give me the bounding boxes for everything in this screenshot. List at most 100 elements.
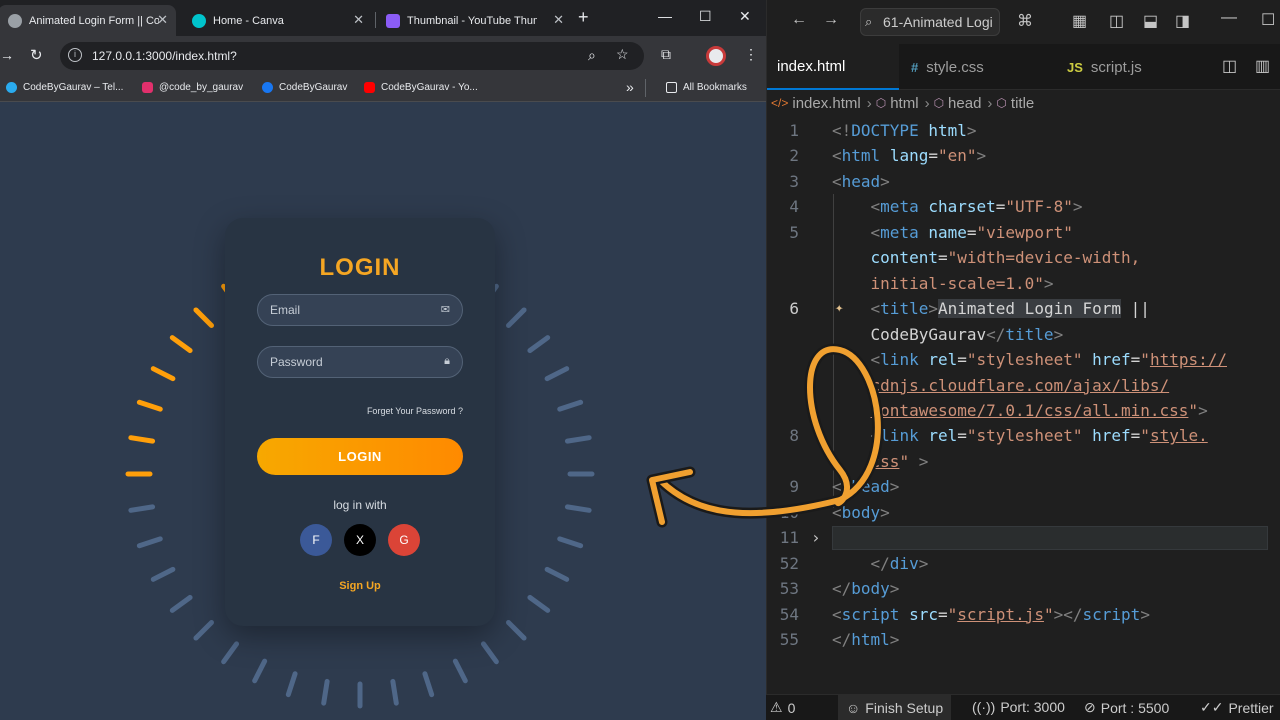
bookmark-youtube[interactable]: CodeByGaurav - Yo... <box>364 82 478 93</box>
code-line[interactable]: fontawesome/7.0.1/css/all.min.css"> <box>767 398 1280 423</box>
password-field[interactable]: Password 🔒︎ <box>257 346 463 378</box>
back-arrow-icon[interactable]: ← <box>791 11 807 29</box>
copilot-icon[interactable]: ⌘ <box>1017 11 1033 31</box>
code-line[interactable]: 8 <link rel="stylesheet" href="style. <box>767 423 1280 448</box>
all-bookmarks[interactable]: All Bookmarks <box>666 82 747 93</box>
command-search[interactable]: ⌕ 61-Animated Logi <box>860 8 1000 36</box>
code-line[interactable]: 52 </div> <box>767 551 1280 576</box>
bookmark-facebook[interactable]: CodeByGaurav <box>262 82 347 93</box>
code-line[interactable]: cdnjs.cloudflare.com/ajax/libs/ <box>767 373 1280 398</box>
ring-segment <box>169 335 193 354</box>
problems-indicator[interactable]: ⚠ 0 <box>770 699 795 716</box>
bookmark-telegram[interactable]: CodeByGaurav – Tel... <box>6 82 123 93</box>
code-line[interactable]: 6 <title>Animated Login Form || ✦ <box>767 296 1280 321</box>
code-line[interactable]: 54 <script src="script.js"></script> <box>767 602 1280 627</box>
close-tab-icon[interactable]: ✕ <box>353 12 364 28</box>
code-line[interactable]: 2 <html lang="en"> <box>767 143 1280 168</box>
code-token: > <box>880 502 890 522</box>
bookmark-star-icon[interactable]: ☆ <box>616 46 629 63</box>
bookmark-instagram[interactable]: @code_by_gaurav <box>142 82 243 93</box>
site-info-icon[interactable]: i <box>68 48 82 62</box>
close-tab-icon[interactable]: ✕ <box>157 12 168 28</box>
zoom-icon[interactable]: ⌕ <box>588 47 596 64</box>
tab-script-js[interactable]: JS script.js <box>1057 44 1207 90</box>
code-line[interactable]: 10 <body> <box>767 500 1280 525</box>
close-window-icon[interactable]: ✕ <box>739 8 751 25</box>
code-token: Animated Login Form <box>937 299 1122 319</box>
toggle-sidebar-icon[interactable]: ◫ <box>1109 11 1124 31</box>
browser-tab-login[interactable]: Animated Login Form || Cod ✕ <box>0 5 176 36</box>
code-line[interactable]: 55 </html> <box>767 627 1280 652</box>
more-bookmarks-icon[interactable]: » <box>626 79 634 95</box>
code-line[interactable]: 9 </head> <box>767 474 1280 499</box>
sign-up-link[interactable]: Sign Up <box>225 580 495 592</box>
code-line[interactable]: 3 <head> <box>767 169 1280 194</box>
code-line[interactable]: css" > <box>767 449 1280 474</box>
tab-style-css[interactable]: # style.css <box>901 44 1051 90</box>
layout-icon[interactable]: ▦ <box>1072 11 1087 31</box>
open-preview-icon[interactable]: ▥ <box>1255 56 1270 76</box>
code-line[interactable]: 53 </body> <box>767 576 1280 601</box>
breadcrumb: </> index.html › ⬡ html › ⬡ head › ⬡ title <box>767 90 1280 116</box>
port-label: Port: 3000 <box>1000 699 1065 715</box>
code-token: " <box>1140 350 1150 370</box>
maximize-icon[interactable]: ☐ <box>699 8 712 25</box>
breadcrumb-item[interactable]: ⬡ title <box>996 95 1034 112</box>
code-line[interactable]: initial-scale=1.0"> <box>767 271 1280 296</box>
extensions-icon[interactable]: ⧉ <box>661 46 671 63</box>
login-button[interactable]: LOGIN <box>257 438 463 475</box>
breadcrumb-item[interactable]: </> index.html › <box>771 95 872 112</box>
code-line[interactable]: 4 <meta charset="UTF-8"> <box>767 194 1280 219</box>
file-label: index.html <box>777 57 846 75</box>
js-file-icon: JS <box>1067 59 1083 75</box>
code-line[interactable]: 5 <meta name="viewport" <box>767 220 1280 245</box>
line-number: 5 <box>789 222 799 242</box>
facebook-login-button[interactable]: F <box>300 524 332 556</box>
port-5500-item[interactable]: ⊘ Port : 5500 <box>1084 699 1169 716</box>
forward-arrow-icon[interactable]: → <box>823 11 839 29</box>
line-number: 6 <box>789 299 799 319</box>
browser-tab-canva[interactable]: Home - Canva ✕ <box>182 5 372 36</box>
breadcrumb-item[interactable]: ⬡ html › <box>876 95 930 112</box>
google-login-button[interactable]: G <box>388 524 420 556</box>
reload-icon[interactable]: ↻ <box>30 46 43 64</box>
minimize-icon[interactable]: — <box>658 8 672 24</box>
fold-chevron-icon[interactable]: › <box>811 525 821 550</box>
forward-icon[interactable]: → <box>0 47 14 63</box>
code-token: </ <box>832 477 852 497</box>
code-line[interactable]: <link rel="stylesheet" href="https:// <box>767 347 1280 372</box>
menu-icon[interactable]: ⋮ <box>744 46 758 63</box>
code-token: <! <box>832 121 852 140</box>
split-editor-icon[interactable]: ◫ <box>1222 56 1237 76</box>
current-line-highlight <box>832 526 1268 550</box>
minimize-icon[interactable]: — <box>1221 9 1237 27</box>
sparkle-icon[interactable]: ✦ <box>835 296 843 321</box>
breadcrumb-item[interactable]: ⬡ head › <box>934 95 993 112</box>
new-tab-icon[interactable]: + <box>578 7 589 28</box>
code-token: script <box>841 604 900 624</box>
code-line[interactable]: CodeByGaurav</title> <box>767 322 1280 347</box>
globe-icon <box>8 13 22 28</box>
port-3000-item[interactable]: ((·)) Port: 3000 <box>972 699 1065 715</box>
browser-tab-thumbnail[interactable]: Thumbnail - YouTube Thumb ✕ <box>376 5 572 36</box>
email-field[interactable]: Email ✉ <box>257 294 463 326</box>
code-line[interactable]: 1 <!DOCTYPE html> <box>767 118 1280 143</box>
code-line[interactable]: content="width=device-width, <box>767 245 1280 270</box>
finish-setup-button[interactable]: ☺ Finish Setup <box>838 695 952 720</box>
tab-index-html[interactable]: index.html <box>767 44 899 90</box>
prettier-item[interactable]: ✓✓ Prettier <box>1200 699 1274 716</box>
x-login-button[interactable]: X <box>344 524 376 556</box>
close-tab-icon[interactable]: ✕ <box>553 12 564 28</box>
code-token: > <box>918 553 929 573</box>
avatar[interactable] <box>706 46 726 66</box>
toggle-panel-icon[interactable]: ⬓ <box>1143 11 1158 31</box>
code-token: > <box>928 299 938 319</box>
code-text: <body> <box>832 500 890 525</box>
maximize-icon[interactable]: ☐ <box>1261 10 1275 30</box>
forgot-password-link[interactable]: Forget Your Password ? <box>367 406 463 416</box>
toggle-secondary-sidebar-icon[interactable]: ◨ <box>1175 11 1190 31</box>
address-bar[interactable]: i 127.0.0.1:3000/index.html? ⌕ ☆ <box>60 42 644 70</box>
